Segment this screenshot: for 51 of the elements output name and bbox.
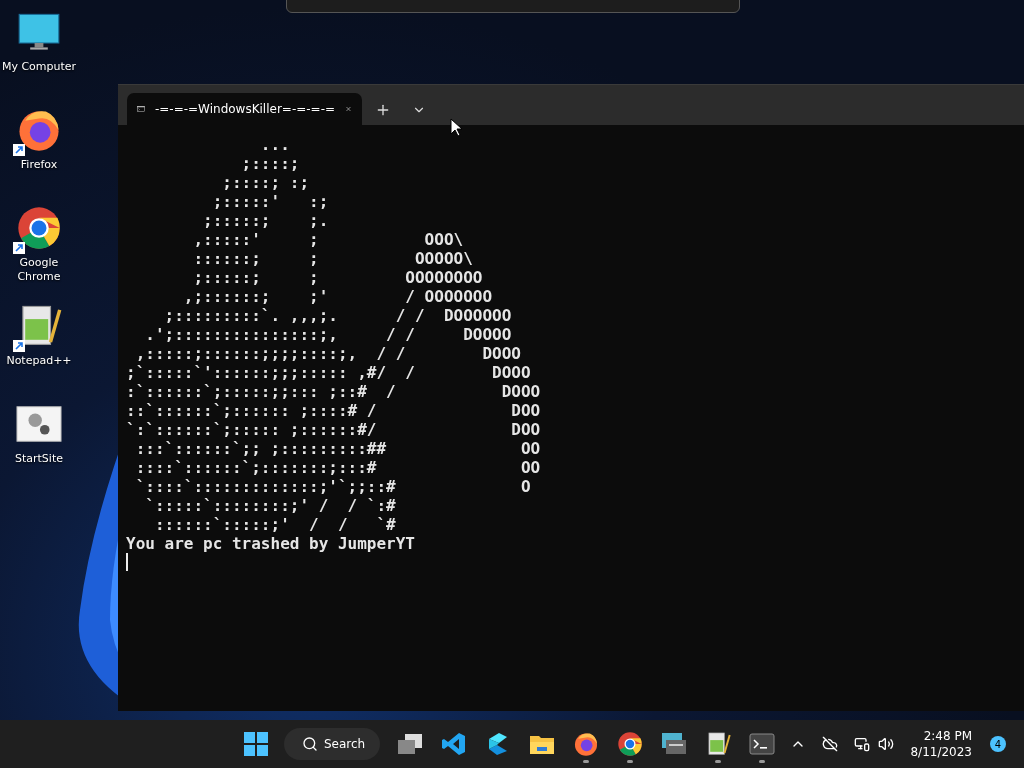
plus-icon (375, 102, 391, 118)
terminal-line: `:::::`::::::::;' / / `:# (144, 496, 397, 515)
terminal-line: ,:::::' ; OOO\ (192, 230, 465, 249)
terminal-icon (749, 733, 775, 755)
terminal-line: ;:::::::::`. ,,,;. / / DOOOOOO (163, 306, 513, 325)
desktop-icon-label[interactable]: StartSite (0, 452, 78, 466)
terminal-line: ;::::; (240, 154, 301, 173)
terminal-line: ::`::::::`;:::::: ;::::# / DOO (126, 401, 542, 420)
notepad-icon (705, 731, 731, 757)
terminal-line: .';:::::::::::::::;, / / DOOOO (144, 325, 513, 344)
terminal-line: ;:::::; ;. (202, 211, 330, 230)
desktop-icon-label[interactable]: Notepad++ (0, 354, 78, 368)
terminal-line: :::`::::::`;; ;:::::::::## OO (134, 439, 542, 458)
notification-badge[interactable]: 4 (990, 736, 1006, 752)
chrome-icon (16, 205, 62, 251)
desktop-icon-label[interactable]: Google Chrome (0, 256, 78, 284)
terminal-line: ::::`::::::`;:::::::;:::# OO (134, 458, 542, 477)
code-editor-icon (441, 731, 467, 757)
terminal-line: ... (259, 135, 291, 154)
desktop-icon-label[interactable]: My Computer (0, 60, 78, 74)
search-field[interactable]: Search (284, 728, 380, 760)
volume-icon[interactable] (878, 736, 895, 752)
windows-icon (397, 733, 423, 755)
keyboard-screen-icon (661, 732, 687, 756)
terminal-line: ;:::::; ; OOOOOOOO (192, 268, 484, 287)
mouse-pointer-icon (450, 118, 462, 137)
search-icon (302, 736, 318, 752)
terminal-line: ;::::; :; (221, 173, 311, 192)
cloud-off-icon[interactable] (822, 736, 839, 752)
terminal-line: ,:::::;::::::;;;;::::;, / / DOOO (134, 344, 522, 363)
terminal-line: ::::::; ; OOOOO\ (192, 249, 474, 268)
folder-icon (529, 733, 555, 755)
windows-logo-icon (244, 732, 268, 756)
firefox-icon (573, 731, 599, 757)
terminal-line: ;`:::::`'::::::;;;::::: ,#/ / DOOO (126, 363, 532, 382)
clock-date[interactable]: 8/11/2023 (910, 745, 972, 759)
clock-time[interactable]: 2:48 PM (923, 729, 972, 743)
terminal-tab[interactable]: -=-=-=WindowsKiller=-=-=-= (127, 93, 362, 125)
terminal-line: ,;::::::; ;' / OOOOOOO (182, 287, 494, 306)
terminal-line: :`::::::`;:::::;;::: ;::# / DOOO (126, 382, 542, 401)
terminal-line: You are pc trashed by JumperYT (126, 534, 416, 553)
console-icon (137, 103, 145, 115)
tab-title: -=-=-=WindowsKiller=-=-=-= (154, 102, 336, 116)
terminal-line: ;:::::' :; (211, 192, 330, 211)
terminal-line: `::::`:::::::::::::;'`;;::# O (134, 477, 532, 496)
terminal-line: ::::::`:::::;' / / `# (153, 515, 397, 534)
chrome-icon (617, 731, 643, 757)
terminal-line: `:`::::::`;::::: ;::::::#/ DOO (126, 420, 542, 439)
desktop-icon-label[interactable]: Firefox (0, 158, 78, 172)
network-icon[interactable] (854, 736, 871, 752)
text-cursor (126, 553, 128, 571)
